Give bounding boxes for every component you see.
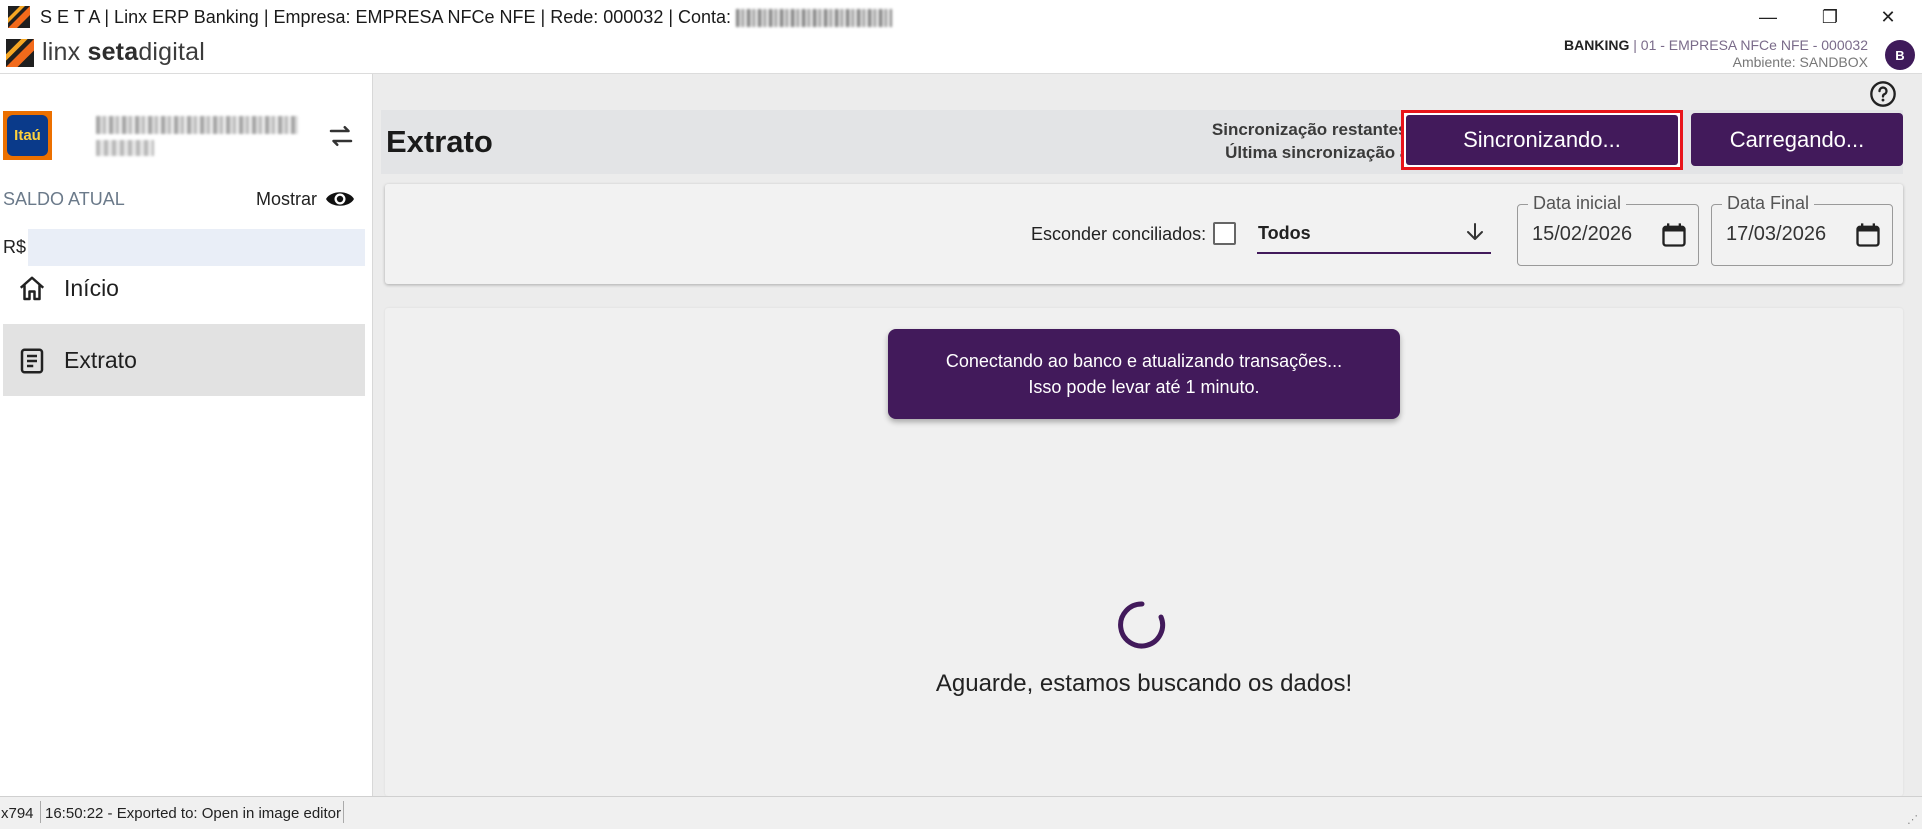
nav-label-extrato: Extrato	[64, 346, 137, 373]
load-button[interactable]: Carregando...	[1691, 113, 1903, 166]
company-name: | 01 - EMPRESA NFCe NFE - 000032	[1629, 37, 1868, 53]
swap-account-icon[interactable]	[326, 121, 356, 151]
status-dimensions: x794	[1, 805, 34, 822]
window-title-text: S E T A | Linx ERP Banking | Empresa: EM…	[40, 7, 737, 27]
end-date-label: Data Final	[1722, 193, 1815, 214]
status-divider	[40, 801, 41, 823]
sidebar: Itaú SALDO ATUAL Mostrar R$ Início Extra…	[0, 74, 373, 796]
document-icon	[20, 348, 44, 374]
company-info: BANKING | 01 - EMPRESA NFCe NFE - 000032…	[1564, 37, 1868, 71]
transactions-area: Conectando ao banco e atualizando transa…	[385, 308, 1903, 796]
sync-button[interactable]: Sincronizando...	[1406, 115, 1678, 165]
brand-logo: linx setadigital	[6, 38, 205, 67]
bank-logo-text: Itaú	[7, 115, 48, 156]
home-icon	[19, 276, 45, 301]
nav-item-inicio[interactable]: Início	[3, 252, 365, 324]
close-button[interactable]: ✕	[1860, 0, 1916, 34]
loading-text: Aguarde, estamos buscando os dados!	[935, 670, 1353, 697]
help-icon[interactable]	[1869, 80, 1897, 108]
brand-name: linx setadigital	[42, 38, 206, 66]
window-title: S E T A | Linx ERP Banking | Empresa: EM…	[40, 7, 893, 28]
start-date-value: 15/02/2026	[1532, 223, 1633, 245]
user-avatar[interactable]: B	[1885, 40, 1915, 70]
calendar-icon[interactable]	[1660, 221, 1688, 249]
status-message: 16:50:22 - Exported to: Open in image ed…	[45, 805, 342, 822]
start-date-field[interactable]: Data inicial 15/02/2026	[1517, 193, 1699, 266]
type-select[interactable]: Todos	[1257, 214, 1491, 254]
sync-toast: Conectando ao banco e atualizando transa…	[888, 329, 1400, 419]
restore-button[interactable]: ❐	[1802, 0, 1858, 34]
page-title: Extrato	[386, 124, 493, 159]
toast-line2: Isso pode levar até 1 minuto.	[1028, 377, 1260, 397]
saldo-label: SALDO ATUAL	[3, 189, 125, 209]
sync-button-highlight: Sincronizando...	[1401, 110, 1683, 170]
environment-label: Ambiente: SANDBOX	[1732, 54, 1868, 70]
module-name: BANKING	[1564, 37, 1630, 53]
resize-grip-icon[interactable]: ⋰	[1907, 813, 1918, 826]
window-titlebar: S E T A | Linx ERP Banking | Empresa: EM…	[0, 0, 1922, 35]
eye-icon	[326, 192, 355, 206]
nav-item-extrato[interactable]: Extrato	[3, 324, 365, 396]
hide-reconciled-checkbox[interactable]	[1213, 222, 1236, 245]
end-date-value: 17/03/2026	[1726, 223, 1827, 245]
redacted-account-id	[96, 140, 154, 156]
seta-app-icon	[8, 6, 30, 28]
loading-spinner-icon	[1118, 601, 1166, 649]
end-date-field[interactable]: Data Final 17/03/2026	[1711, 193, 1893, 266]
bank-logo: Itaú	[3, 111, 52, 160]
nav-label-inicio: Início	[64, 274, 119, 301]
show-balance-label: Mostrar	[256, 188, 318, 209]
seta-logo-icon	[6, 38, 34, 67]
status-bar: x794 16:50:22 - Exported to: Open in ima…	[0, 796, 1922, 829]
status-divider	[343, 801, 344, 823]
redacted-account-name	[96, 116, 298, 134]
calendar-icon[interactable]	[1854, 221, 1882, 249]
hide-reconciled-label: Esconder conciliados:	[1031, 224, 1207, 244]
app-header: linx setadigital BANKING | 01 - EMPRESA …	[0, 35, 1922, 74]
redacted-account	[736, 9, 893, 28]
filter-card: Esconder conciliados: Todos Data inicial…	[385, 184, 1903, 284]
type-select-value: Todos	[1258, 223, 1311, 243]
show-balance-toggle[interactable]: Mostrar	[256, 188, 355, 210]
extrato-header: Extrato Sincronização restantes hoje: 2 …	[381, 110, 1903, 174]
start-date-label: Data inicial	[1528, 193, 1627, 214]
minimize-button[interactable]: —	[1740, 0, 1796, 34]
arrow-down-icon	[1467, 223, 1483, 240]
main-content: Extrato Sincronização restantes hoje: 2 …	[373, 74, 1922, 796]
toast-line1: Conectando ao banco e atualizando transa…	[945, 351, 1343, 371]
